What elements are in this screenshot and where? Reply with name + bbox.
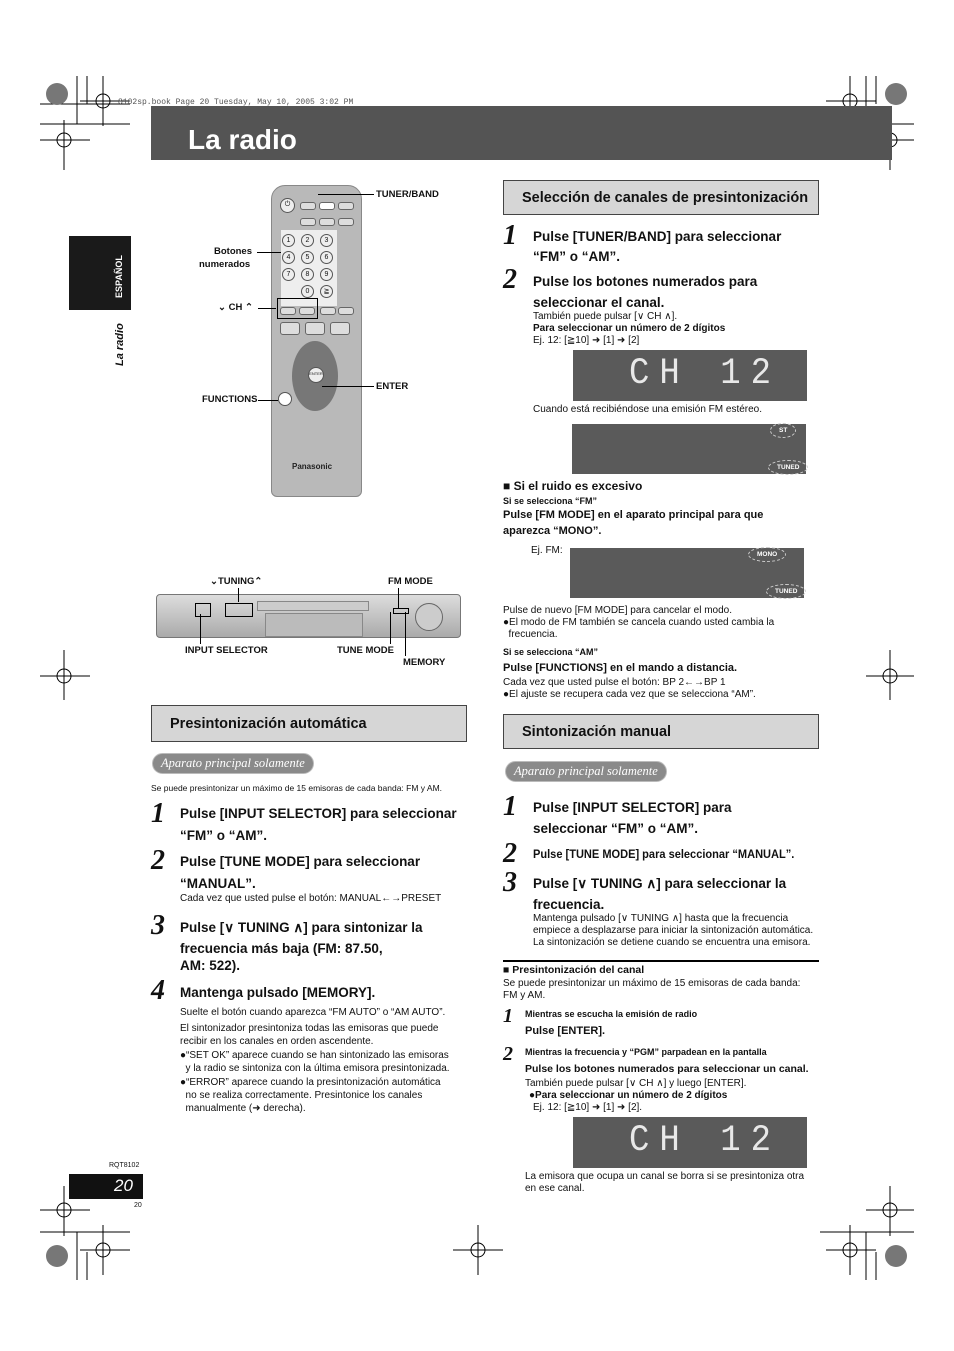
remote-control-illustration: ⏻ 123 456 789 0 ≧ ENTER Panasonic bbox=[271, 185, 362, 497]
subheading-channel-preset: ■ Presintonización del canal bbox=[503, 964, 645, 976]
label-tuning: ⌄TUNING⌃ bbox=[210, 576, 263, 587]
step-number: 4 bbox=[151, 975, 165, 1006]
label-ch: ⌄ CH ⌃ bbox=[218, 302, 253, 313]
step-text: AM: 522). bbox=[180, 958, 241, 973]
indicator-tuned: TUNED bbox=[766, 584, 807, 599]
display-ch-12: CH 12 bbox=[573, 350, 807, 401]
divider bbox=[503, 960, 819, 962]
step-text: “FM” o “AM”. bbox=[533, 249, 620, 264]
note-line: Ej. FM: bbox=[531, 545, 563, 556]
step-number: 2 bbox=[503, 264, 517, 295]
note-line: frecuencia. bbox=[503, 629, 558, 640]
instruction-line: Pulse [FUNCTIONS] en el mando a distanci… bbox=[503, 662, 738, 674]
main-unit-only-badge: Aparato principal solamente bbox=[505, 761, 667, 782]
language-tab-label: ESPAÑOL bbox=[114, 255, 124, 298]
display-stereo: ST TUNED bbox=[572, 423, 809, 475]
label-numbered-buttons-2: numerados bbox=[199, 259, 251, 270]
note-line: Si se selecciona “FM” bbox=[503, 496, 598, 506]
step-number: 1 bbox=[151, 798, 165, 829]
condition-line: Mientras se escucha la emisión de radio bbox=[525, 1009, 698, 1019]
note-line: Si se selecciona “AM” bbox=[503, 647, 599, 657]
label-input-selector: INPUT SELECTOR bbox=[185, 645, 268, 656]
step-number: 2 bbox=[503, 1043, 513, 1065]
note-line: manualmente (➜ derecha). bbox=[180, 1103, 306, 1114]
main-unit-only-badge: Aparato principal solamente bbox=[152, 753, 314, 774]
step-number: 3 bbox=[151, 910, 165, 941]
indicator-st: ST bbox=[770, 423, 797, 438]
section-heading-auto-preset: Presintonización automática bbox=[151, 705, 467, 742]
enter-button-illustration: ENTER bbox=[308, 367, 324, 383]
instruction-line: aparezca “MONO”. bbox=[503, 525, 602, 537]
auto-preset-intro: Se puede presintonizar un máximo de 15 e… bbox=[151, 783, 443, 793]
step-text: Pulse [INPUT SELECTOR] para seleccionar bbox=[180, 806, 457, 821]
note-line: y la radio se sintoniza con la última em… bbox=[180, 1063, 450, 1074]
step-number: 1 bbox=[503, 1005, 513, 1027]
section-heading-channel-select: Selección de canales de presintonización bbox=[503, 180, 819, 215]
step-number: 3 bbox=[503, 867, 517, 898]
label-fm-mode: FM MODE bbox=[388, 576, 433, 587]
indicator-mono: MONO bbox=[748, 547, 787, 562]
instruction-line: Pulse [FM MODE] en el aparato principal … bbox=[503, 509, 764, 521]
instruction-line: Pulse [ENTER]. bbox=[525, 1025, 606, 1037]
step-text: “MANUAL”. bbox=[180, 876, 256, 891]
note-line: FM y AM. bbox=[503, 990, 546, 1001]
step-text: Pulse [TUNE MODE] para seleccionar bbox=[180, 854, 421, 869]
label-tune-mode: TUNE MODE bbox=[337, 645, 394, 656]
step-text: Pulse [∨ TUNING ∧] para seleccionar la bbox=[533, 876, 787, 891]
step-text: Pulse los botones numerados para bbox=[533, 274, 758, 289]
label-functions: FUNCTIONS bbox=[202, 394, 258, 405]
note-line: no se realiza correctamente. Presintonic… bbox=[180, 1090, 423, 1101]
step-text: “FM” o “AM”. bbox=[180, 828, 267, 843]
label-numbered-buttons: Botones bbox=[214, 246, 252, 257]
note-line: Se puede presintonizar un máximo de 15 e… bbox=[503, 978, 801, 989]
note-line: ●El ajuste se recupera cada vez que se s… bbox=[503, 689, 756, 700]
step-number: 2 bbox=[503, 838, 517, 869]
subheading-noise: ■ Si el ruido es excesivo bbox=[503, 479, 643, 493]
indicator-tuned: TUNED bbox=[768, 460, 809, 475]
section-heading-manual: Sintonización manual bbox=[503, 714, 819, 749]
page-title: La radio bbox=[188, 124, 297, 155]
step-text: Mantenga pulsado [MEMORY]. bbox=[180, 985, 376, 1000]
step-text: Pulse [INPUT SELECTOR] para bbox=[533, 800, 732, 815]
step-number: 2 bbox=[151, 845, 165, 876]
model-code: RQT8102 bbox=[109, 1162, 140, 1169]
step-text: seleccionar “FM” o “AM”. bbox=[533, 821, 699, 836]
instruction-line: Pulse los botones numerados para selecci… bbox=[525, 1063, 809, 1075]
remote-brand-logo: Panasonic bbox=[292, 462, 333, 471]
page-number-small: 20 bbox=[134, 1202, 142, 1209]
note-line: Cuando está recibiéndose una emisión FM … bbox=[533, 404, 763, 415]
note-line: recibir en los canales en orden ascenden… bbox=[180, 1036, 374, 1047]
display-text: CH 12 bbox=[629, 353, 782, 395]
note-line: en ese canal. bbox=[525, 1183, 585, 1194]
display-ch-12: CH 12 bbox=[573, 1117, 807, 1168]
section-label: La radio bbox=[114, 323, 126, 366]
page-number: 20 bbox=[114, 1176, 133, 1195]
step-number: 1 bbox=[503, 220, 517, 251]
note-line: Ej. 12: [≧10] ➜ [1] ➜ [2]. bbox=[533, 1102, 643, 1113]
step-text: Pulse [∨ TUNING ∧] para sintonizar la bbox=[180, 920, 423, 935]
label-tuner-band: TUNER/BAND bbox=[376, 189, 439, 200]
note-line: El sintonizador presintoniza todas las e… bbox=[180, 1023, 439, 1034]
note-line: La sintonización se detiene cuando se en… bbox=[533, 937, 811, 948]
power-icon: ⏻ bbox=[280, 198, 295, 213]
step-number: 1 bbox=[503, 791, 517, 822]
display-mono: MONO TUNED bbox=[570, 547, 807, 599]
main-unit-illustration bbox=[156, 594, 461, 638]
note-line: Suelte el botón cuando aparezca “FM AUTO… bbox=[180, 1007, 446, 1018]
display-text: CH 12 bbox=[629, 1120, 782, 1162]
step-text: Pulse [TUNE MODE] para seleccionar “MANU… bbox=[533, 847, 795, 861]
label-enter: ENTER bbox=[376, 381, 409, 392]
note-line: ●“ERROR” aparece cuando la presintonizac… bbox=[180, 1077, 441, 1088]
label-memory: MEMORY bbox=[403, 657, 446, 668]
note-line: Ej. 12: [≧10] ➜ [1] ➜ [2] bbox=[533, 335, 640, 346]
note-line: ●“SET OK” aparece cuando se han sintoniz… bbox=[180, 1050, 449, 1061]
step-note: Cada vez que usted pulse el botón: MANUA… bbox=[180, 893, 442, 904]
step-text: Pulse [TUNER/BAND] para seleccionar bbox=[533, 229, 782, 244]
condition-line: Mientras la frecuencia y “PGM” parpadean… bbox=[525, 1047, 767, 1057]
